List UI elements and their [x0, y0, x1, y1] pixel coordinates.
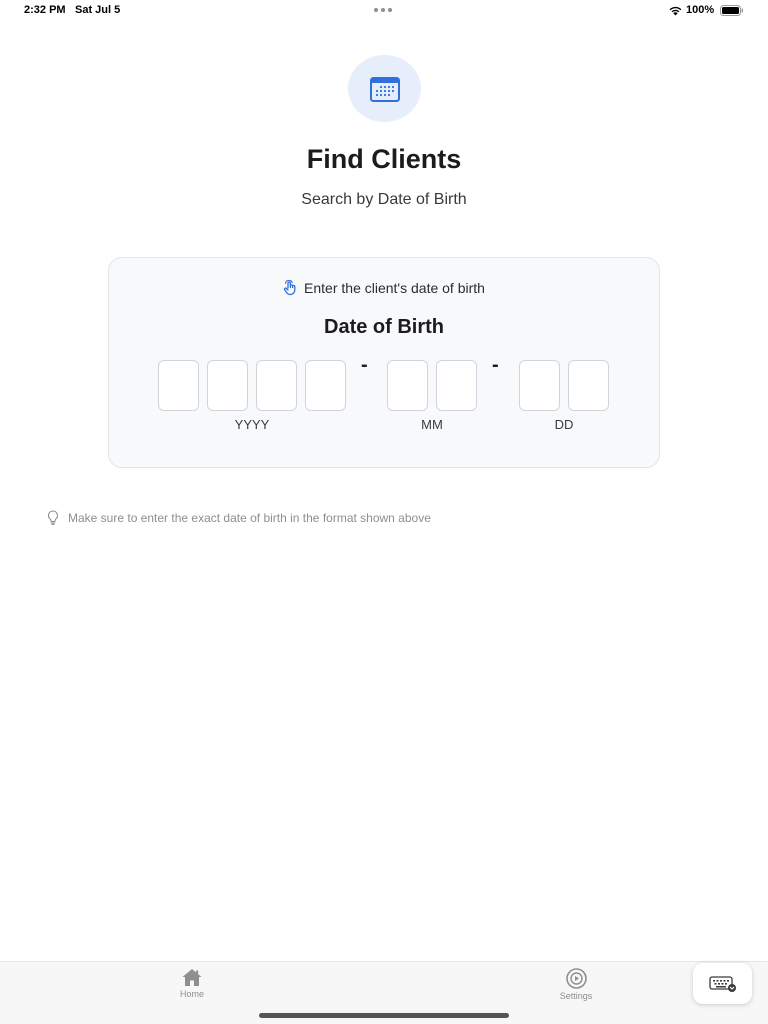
day-digit-1[interactable]	[519, 360, 560, 411]
card-title: Date of Birth	[324, 316, 444, 338]
date-separator: -	[361, 354, 368, 376]
tab-home-label: Home	[179, 989, 204, 999]
battery-icon	[720, 5, 743, 16]
day-digit-2[interactable]	[568, 360, 609, 411]
page-title: Find Clients	[306, 144, 462, 174]
year-digit-3[interactable]	[256, 360, 297, 411]
year-digit-1[interactable]	[158, 360, 199, 411]
home-indicator[interactable]	[259, 1013, 509, 1018]
house-icon	[182, 969, 202, 986]
page-subtitle: Search by Date of Birth	[301, 191, 467, 208]
year-label: YYYY	[234, 417, 270, 432]
tab-settings-label: Settings	[559, 991, 593, 1001]
status-bar: 2:32 PM Sat Jul 5 100%	[0, 0, 768, 22]
month-digit-1[interactable]	[387, 360, 428, 411]
format-tip: Make sure to enter the exact date of bir…	[47, 510, 431, 525]
card-hint-text: Enter the client's date of birth	[304, 280, 485, 296]
tab-settings[interactable]: Settings	[546, 968, 606, 1001]
settings-circle-icon	[565, 968, 587, 989]
find-clients-screen: 2:32 PM Sat Jul 5 100% Find Clients Sear…	[0, 0, 768, 1024]
card-hint: Enter the client's date of birth	[109, 280, 659, 296]
day-label: DD	[554, 417, 574, 432]
multitasking-dots-icon[interactable]	[374, 8, 392, 12]
status-date: Sat Jul 5	[75, 4, 121, 16]
tip-text: Make sure to enter the exact date of bir…	[68, 510, 431, 525]
year-digit-2[interactable]	[207, 360, 248, 411]
calendar-badge	[348, 55, 421, 122]
date-of-birth-card: Enter the client's date of birth Date of…	[108, 257, 660, 468]
month-label: MM	[421, 417, 443, 432]
lightbulb-icon	[48, 510, 58, 525]
tab-home[interactable]: Home	[162, 968, 222, 999]
calendar-icon	[369, 76, 400, 102]
keyboard-dismiss-icon	[708, 975, 736, 992]
keyboard-dismiss-button[interactable]	[693, 963, 752, 1004]
year-digit-4[interactable]	[305, 360, 346, 411]
month-digit-2[interactable]	[436, 360, 477, 411]
tap-hand-icon	[283, 280, 296, 296]
wifi-icon	[669, 6, 682, 16]
status-time: 2:32 PM	[24, 4, 66, 16]
battery-percent: 100%	[686, 4, 715, 16]
date-separator: -	[492, 354, 499, 376]
